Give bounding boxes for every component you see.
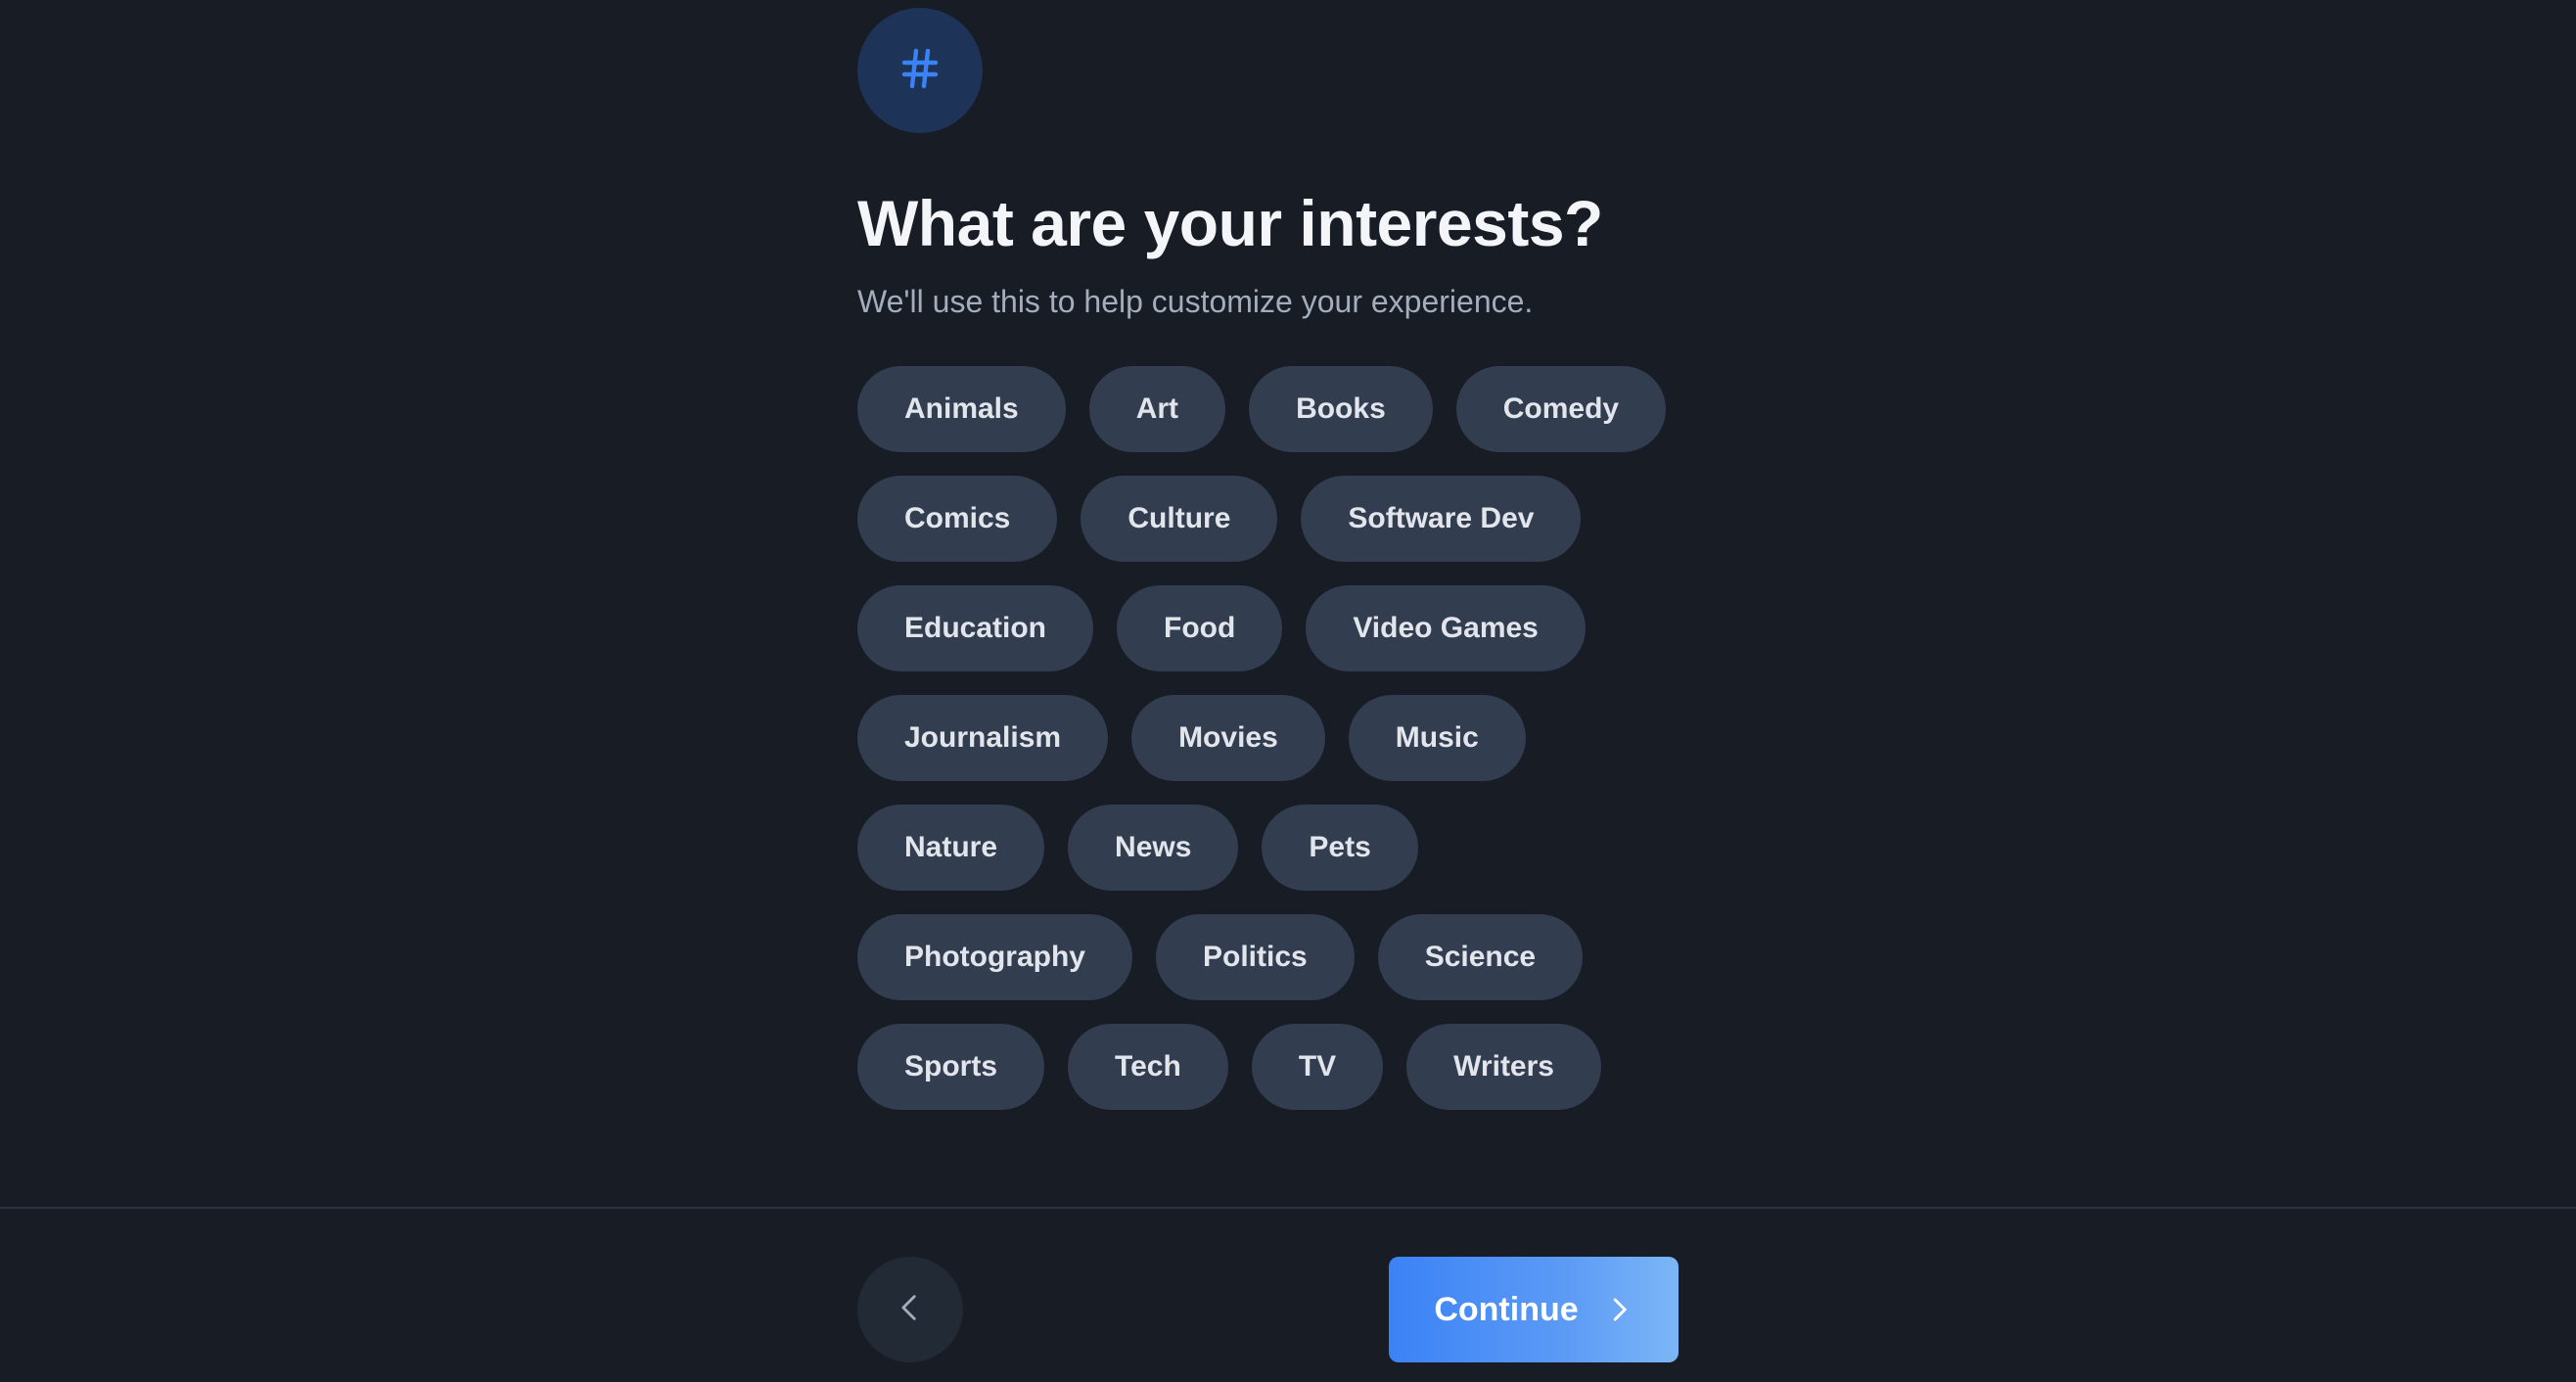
interest-chip-politics[interactable]: Politics <box>1156 914 1355 1000</box>
interest-chip-software-dev[interactable]: Software Dev <box>1301 476 1582 562</box>
interest-chip-row: Nature News Pets <box>857 805 1738 891</box>
hashtag-badge <box>857 8 983 133</box>
interest-chip-nature[interactable]: Nature <box>857 805 1045 891</box>
interest-chip-art[interactable]: Art <box>1088 366 1226 452</box>
interest-chip-food[interactable]: Food <box>1117 585 1283 671</box>
interest-chip-sports[interactable]: Sports <box>857 1024 1045 1110</box>
continue-button[interactable]: Continue <box>1389 1257 1679 1362</box>
hashtag-icon <box>897 45 943 97</box>
chevron-right-icon <box>1604 1295 1633 1324</box>
interest-chip-movies[interactable]: Movies <box>1131 695 1325 781</box>
interest-chip-comedy[interactable]: Comedy <box>1455 366 1667 452</box>
interest-chip-list: Animals Art Books Comedy Comics Culture Softwa… <box>857 366 1738 1110</box>
interest-chip-music[interactable]: Music <box>1348 695 1526 781</box>
page-subtitle: We'll use this to help customize your ex… <box>857 284 1534 319</box>
interest-chip-tv[interactable]: TV <box>1251 1024 1384 1110</box>
interest-chip-tech[interactable]: Tech <box>1068 1024 1228 1110</box>
interest-chip-row: Sports Tech TV Writers <box>857 1024 1738 1110</box>
interest-chip-video-games[interactable]: Video Games <box>1306 585 1586 671</box>
interest-chip-journalism[interactable]: Journalism <box>857 695 1109 781</box>
interest-chip-education[interactable]: Education <box>857 585 1094 671</box>
interest-chip-writers[interactable]: Writers <box>1406 1024 1601 1110</box>
interest-chip-photography[interactable]: Photography <box>857 914 1132 1000</box>
interest-chip-culture[interactable]: Culture <box>1081 476 1278 562</box>
page-title: What are your interests? <box>857 187 1603 259</box>
footer-divider <box>0 1207 2576 1209</box>
interest-chip-row: Education Food Video Games <box>857 585 1738 671</box>
interest-chip-row: Journalism Movies Music <box>857 695 1738 781</box>
interest-chip-row: Comics Culture Software Dev <box>857 476 1738 562</box>
interests-step: What are your interests? We'll use this … <box>857 8 1738 1133</box>
continue-label: Continue <box>1434 1290 1579 1328</box>
interest-chip-row: Animals Art Books Comedy <box>857 366 1738 452</box>
chevron-left-icon <box>894 1291 927 1329</box>
interest-chip-animals[interactable]: Animals <box>857 366 1066 452</box>
interest-chip-books[interactable]: Books <box>1249 366 1433 452</box>
interest-chip-pets[interactable]: Pets <box>1262 805 1418 891</box>
interest-chip-news[interactable]: News <box>1068 805 1239 891</box>
interest-chip-row: Photography Politics Science <box>857 914 1738 1000</box>
back-button[interactable] <box>857 1257 963 1362</box>
interest-chip-science[interactable]: Science <box>1377 914 1584 1000</box>
interest-chip-comics[interactable]: Comics <box>857 476 1058 562</box>
